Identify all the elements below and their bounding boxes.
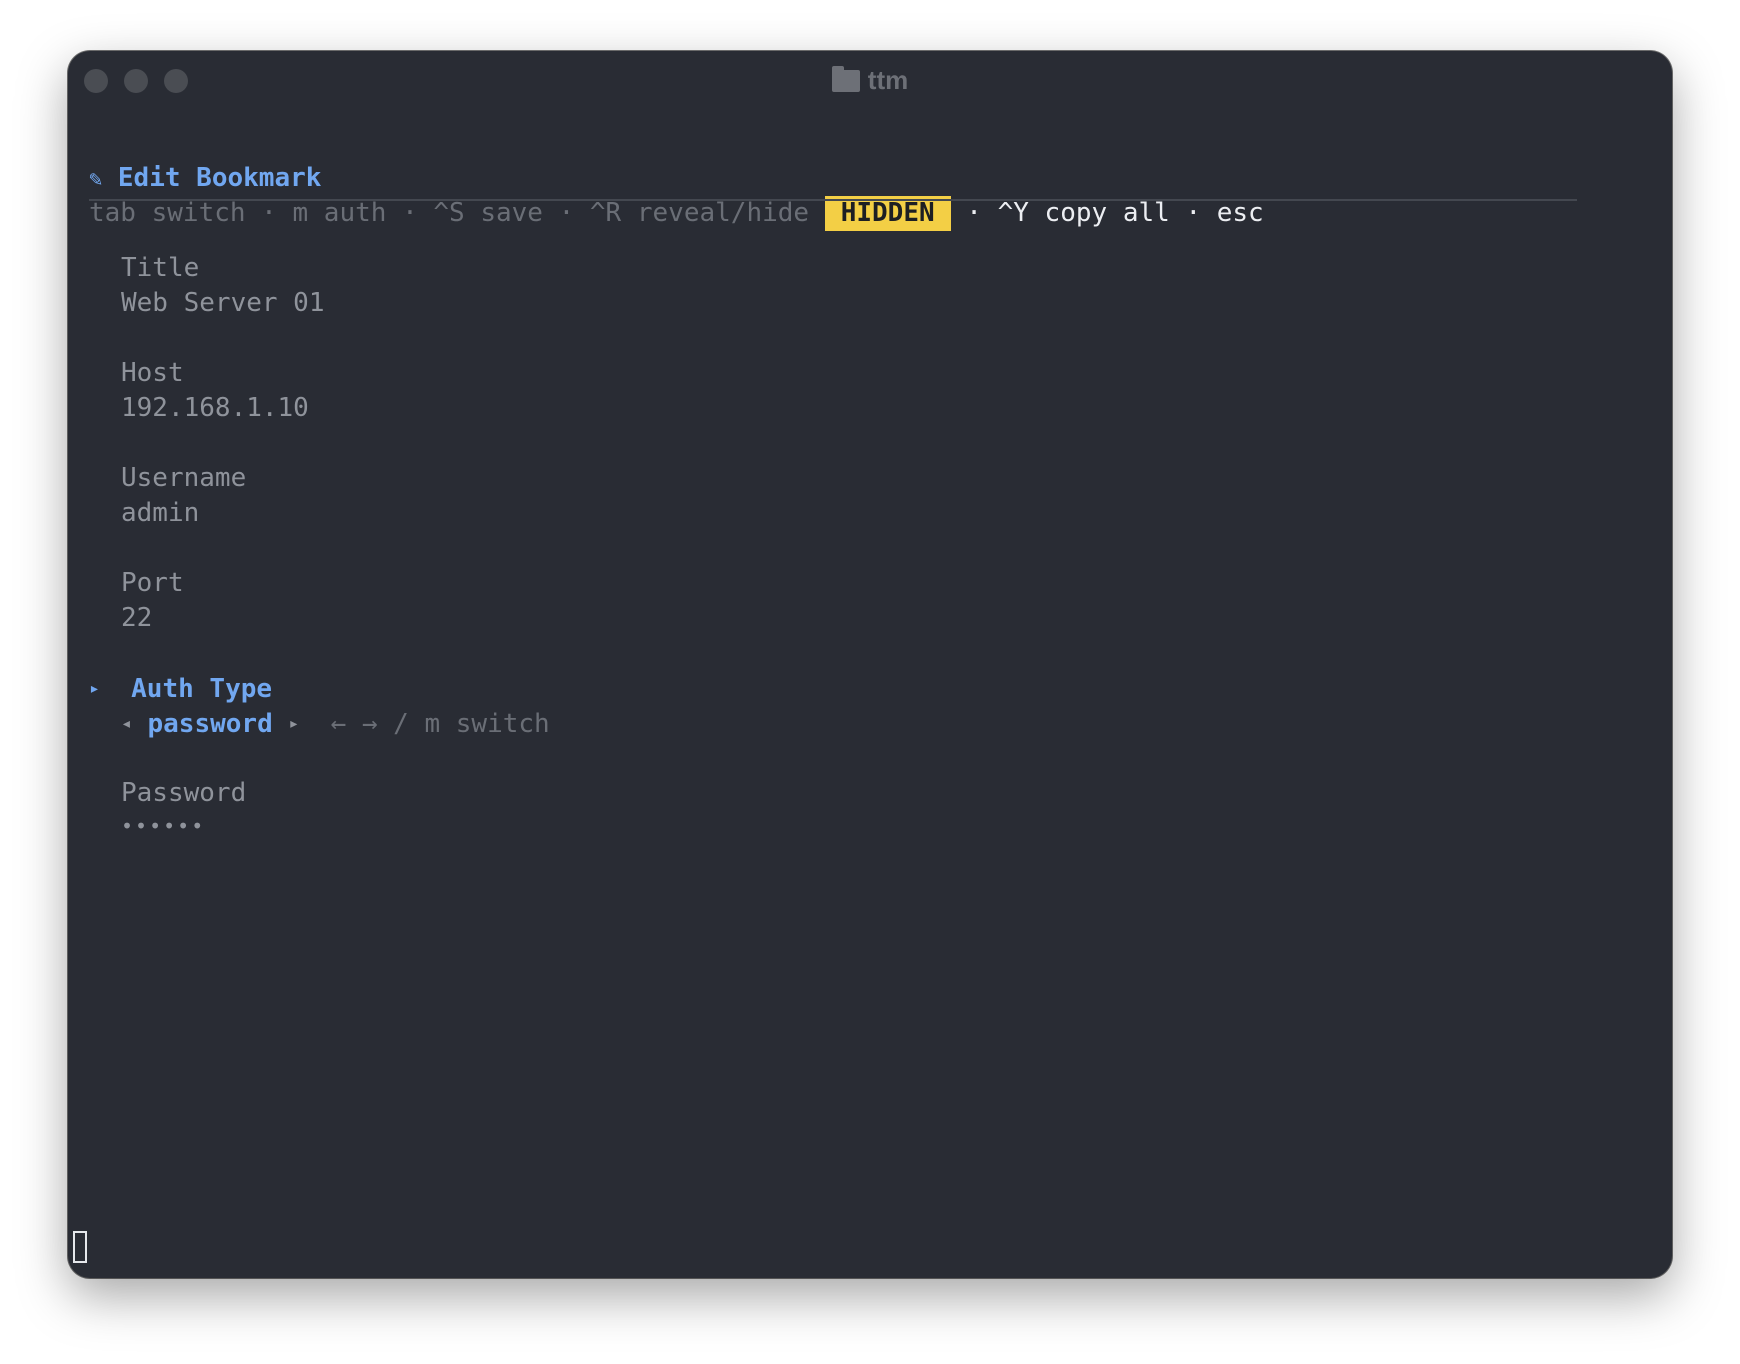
folder-icon [831, 66, 860, 92]
port-field[interactable]: 22 [121, 601, 152, 636]
auth-type-selector[interactable]: ◂ password ▸ ← → / m switch [121, 706, 550, 741]
title-field[interactable]: Web Server 01 [121, 286, 325, 321]
password-field[interactable]: •••••• [121, 809, 205, 844]
window-title: ttm [68, 65, 1672, 95]
auth-type-heading: ▸ Auth Type [89, 671, 272, 706]
auth-type-value[interactable]: password [148, 709, 273, 739]
username-field[interactable]: admin [121, 496, 199, 531]
auth-type-label: Auth Type [131, 674, 273, 704]
auth-switch-hint: ← → / m switch [330, 709, 550, 739]
auth-prev-arrow-icon[interactable]: ◂ [121, 713, 132, 734]
auth-next-arrow-icon[interactable]: ▸ [288, 713, 299, 734]
terminal-window: ttm ✎ Edit Bookmark tab switch · m auth … [68, 51, 1672, 1278]
form-fields: Title Web Server 01 Host 192.168.1.10 Us… [89, 111, 1672, 838]
port-label: Port [121, 568, 184, 598]
focus-marker-icon: ▸ [89, 678, 100, 699]
title-bar: ttm [68, 51, 1672, 107]
window-title-text: ttm [867, 65, 909, 95]
password-label: Password [121, 778, 247, 808]
host-label: Host [121, 358, 184, 388]
username-label: Username [121, 463, 247, 493]
terminal-cursor [73, 1231, 87, 1263]
title-label: Title [121, 253, 200, 283]
host-field[interactable]: 192.168.1.10 [121, 391, 309, 426]
